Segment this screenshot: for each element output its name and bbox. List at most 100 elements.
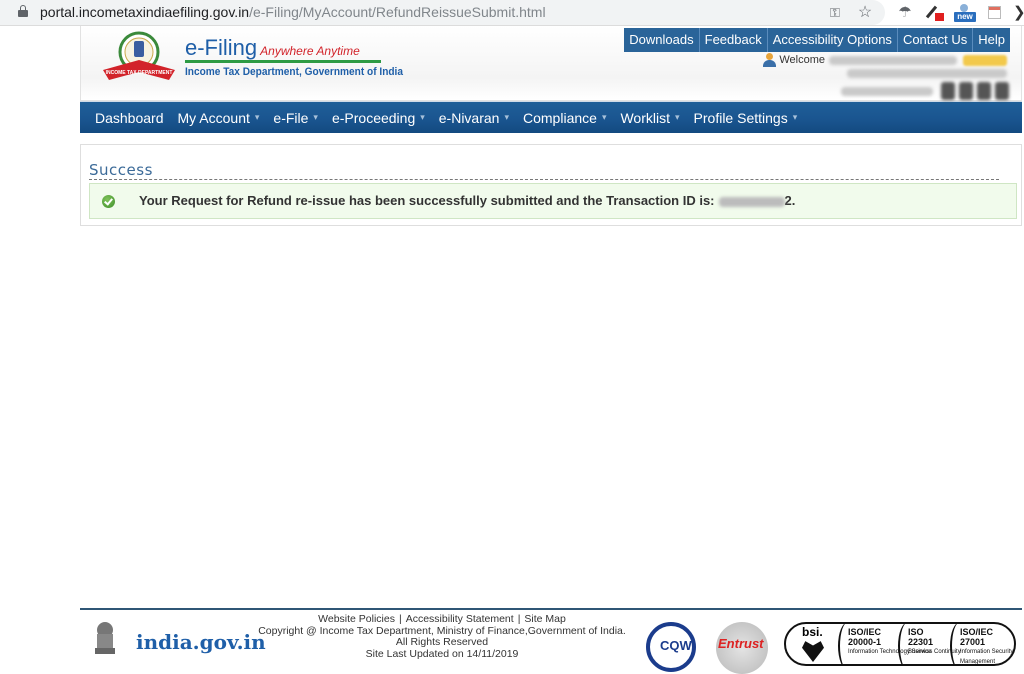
entrust-ssl-logo[interactable]: Entrust: [716, 622, 768, 674]
nav-label: Profile Settings: [693, 109, 788, 126]
bsi-label: bsi.: [802, 625, 823, 639]
chevron-down-icon: ▾: [254, 112, 260, 122]
transaction-id-redacted: [718, 196, 785, 207]
income-tax-emblem-logo[interactable]: INCOME TAX DEPARTMENT: [99, 30, 179, 86]
bsi-kitemark-icon: [802, 641, 824, 662]
page-container: INCOME TAX DEPARTMENT e-Filing Anywhere A…: [80, 26, 1022, 133]
top-link-accessibility-options[interactable]: Accessibility Options: [766, 28, 897, 52]
chevron-down-icon: ▾: [675, 112, 680, 122]
svg-text:INCOME TAX DEPARTMENT: INCOME TAX DEPARTMENT: [106, 70, 173, 76]
top-link-feedback[interactable]: Feedback: [698, 28, 767, 52]
last-login-text: [847, 69, 1007, 78]
cqw-label: CQW: [660, 638, 692, 653]
top-link-help[interactable]: Help: [972, 28, 1010, 52]
rights-text: All Rights Reserved: [395, 636, 489, 648]
address-bar[interactable]: portal.incometaxindiaefiling.gov.in/e-Fi…: [0, 0, 885, 25]
content-panel: Success Your Request for Refund re-issue…: [80, 144, 1022, 226]
star-icon[interactable]: ☆: [856, 4, 874, 22]
nav-e-proceeding[interactable]: e-Proceeding ▾: [325, 110, 432, 126]
footer-link-website-policies[interactable]: Website Policies: [318, 613, 395, 625]
nav-label: Dashboard: [95, 109, 164, 126]
url-text[interactable]: portal.incometaxindiaefiling.gov.in/e-Fi…: [40, 4, 546, 20]
footer-link-site-map[interactable]: Site Map: [524, 613, 565, 625]
iso-number: 27001: [960, 637, 986, 647]
cqw-certification-logo: CQW: [646, 622, 696, 672]
lock-icon[interactable]: [18, 5, 28, 17]
brand-subtitle: Income Tax Department, Government of Ind…: [185, 66, 403, 78]
last-updated-text: Site Last Updated on 14/11/2019: [365, 647, 519, 660]
success-message-text: Your Request for Refund re-issue has bee…: [139, 193, 715, 208]
top-link-downloads[interactable]: Downloads: [624, 28, 698, 52]
iso-desc: Information Security Management: [960, 649, 1014, 665]
chevron-down-icon: ▾: [504, 112, 509, 122]
new-badge: new: [954, 12, 976, 22]
idle-session-timer: [841, 82, 1009, 100]
transaction-id-suffix: 2.: [784, 193, 796, 208]
footer-links: Website Policies | Accessibility Statement…: [240, 613, 644, 626]
site-footer: india.gov.in Website Policies | Accessibil…: [80, 608, 1022, 674]
page-title: Success: [89, 161, 153, 179]
check-circle-icon: [102, 195, 115, 208]
nav-label: e-Proceeding: [331, 109, 416, 126]
chevron-down-icon: ▾: [792, 112, 798, 122]
chevron-down-icon: ▾: [313, 112, 318, 122]
timer-digit: [977, 82, 991, 100]
brand-divider: [185, 60, 381, 63]
bsi-iso-certification-logo: bsi. ISO/IEC 20000-1 Information Technolog…: [784, 622, 1016, 666]
separator: |: [398, 613, 402, 625]
title-divider: [89, 179, 999, 180]
nav-e-nivaran[interactable]: e-Nivaran ▾: [432, 110, 516, 126]
brand-name: e-Filing: [185, 35, 258, 60]
iso-27001-badge: ISO/IEC 27001 Information Security Managem…: [960, 627, 1014, 665]
top-links: Downloads Feedback Accessibility Options…: [624, 28, 1010, 52]
welcome-line: Welcome: [762, 53, 1007, 67]
nav-worklist[interactable]: Worklist ▾: [613, 110, 686, 126]
timer-digit: [959, 82, 973, 100]
url-path: /e-Filing/MyAccount/RefundReissueSubmit.…: [249, 4, 546, 20]
iso-code: ISO/IEC: [960, 627, 994, 637]
brand-title: e-Filing Anywhere Anytime: [185, 35, 360, 61]
footer-info: Website Policies | Accessibility Statement…: [240, 613, 644, 660]
national-emblem-icon: [95, 622, 115, 654]
iso-code: ISO/IEC: [848, 627, 882, 637]
nav-profile-settings[interactable]: Profile Settings ▾: [687, 110, 805, 126]
key-icon[interactable]: ⚿: [826, 4, 844, 22]
idle-timer-label: [841, 86, 933, 96]
entrust-label: Entrust: [718, 636, 764, 651]
welcome-label: Welcome: [779, 54, 825, 66]
nav-label: e-File: [273, 109, 309, 126]
extension-calendar-icon[interactable]: [987, 4, 1003, 22]
brand-tagline: Anywhere Anytime: [260, 44, 360, 58]
user-name-redacted: [829, 55, 957, 65]
browser-toolbar: portal.incometaxindiaefiling.gov.in/e-Fi…: [0, 0, 1024, 26]
nav-label: My Account: [177, 109, 250, 126]
chevron-down-icon: ▾: [601, 112, 607, 122]
top-link-contact-us[interactable]: Contact Us: [896, 28, 972, 52]
nav-dashboard[interactable]: Dashboard: [88, 110, 171, 126]
nav-label: Compliance: [523, 109, 597, 126]
success-message: Your Request for Refund re-issue has bee…: [139, 193, 795, 208]
logout-button[interactable]: [963, 54, 1007, 66]
iso-code: ISO: [908, 627, 924, 637]
timer-digit: [941, 82, 955, 100]
nav-e-file[interactable]: e-File ▾: [266, 110, 325, 126]
extension-eyedropper-icon[interactable]: [925, 4, 946, 22]
iso-number: 20000-1: [848, 637, 882, 647]
success-alert: Your Request for Refund re-issue has bee…: [89, 183, 1017, 219]
main-nav: Dashboard My Account ▾ e-File ▾ e-Proceedi…: [80, 101, 1022, 133]
user-icon: [762, 53, 777, 67]
more-icon[interactable]: ❯: [1013, 4, 1024, 22]
chevron-down-icon: ▾: [420, 112, 425, 122]
footer-link-accessibility-statement[interactable]: Accessibility Statement: [406, 613, 514, 625]
nav-compliance[interactable]: Compliance ▾: [516, 110, 613, 126]
timer-digit: [995, 82, 1009, 100]
nav-label: e-Nivaran: [438, 109, 500, 126]
extension-new-icon[interactable]: new: [954, 4, 976, 22]
separator: |: [517, 613, 521, 625]
site-header: INCOME TAX DEPARTMENT e-Filing Anywhere A…: [80, 26, 1022, 101]
url-host: portal.incometaxindiaefiling.gov.in: [40, 4, 250, 20]
nav-my-account[interactable]: My Account ▾: [171, 110, 267, 126]
extension-icon[interactable]: ☂: [896, 4, 914, 22]
last-login-redacted: [847, 69, 1007, 78]
nav-label: Worklist: [620, 109, 670, 126]
